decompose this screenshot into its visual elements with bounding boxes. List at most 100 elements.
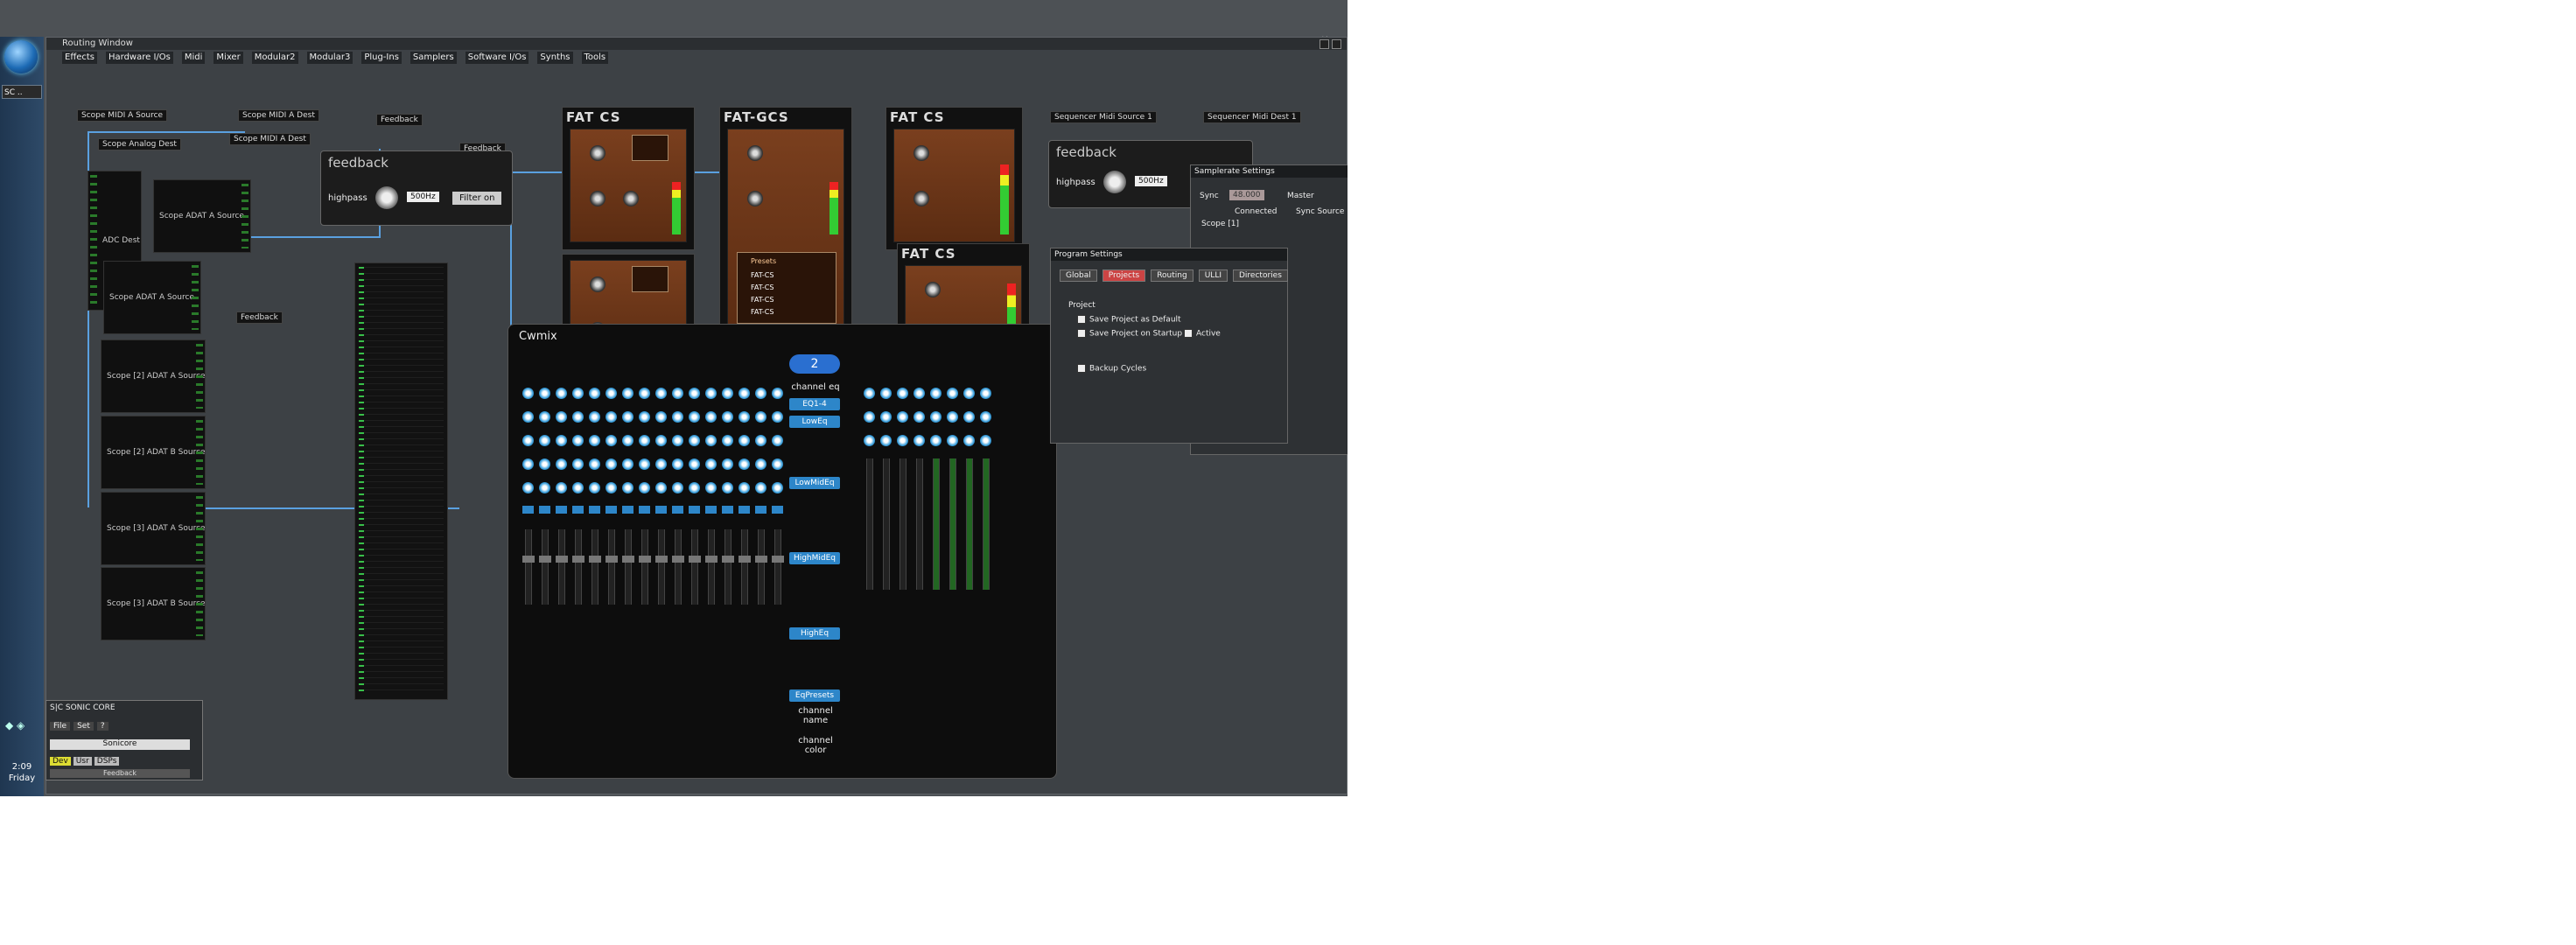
knob-icon[interactable] xyxy=(522,411,534,423)
knob-icon[interactable] xyxy=(672,482,683,494)
knob-icon[interactable] xyxy=(589,435,600,446)
menu-tools[interactable]: Tools xyxy=(581,52,609,64)
channel-fader[interactable] xyxy=(556,529,568,605)
knob-icon[interactable] xyxy=(947,411,958,423)
knob-icon[interactable] xyxy=(622,458,634,470)
knob-icon[interactable] xyxy=(589,411,600,423)
knob-icon[interactable] xyxy=(689,435,700,446)
preset-item[interactable]: FAT-CS xyxy=(751,284,774,291)
knob-icon[interactable] xyxy=(639,388,650,399)
knob-icon[interactable] xyxy=(722,388,733,399)
channel-fader[interactable] xyxy=(606,529,618,605)
block-scope-adat-a-source-2[interactable]: Scope ADAT A Source xyxy=(103,261,201,334)
knob-icon[interactable] xyxy=(556,435,567,446)
channel-strip[interactable] xyxy=(622,388,634,605)
checkbox[interactable] xyxy=(1184,329,1193,338)
knob-icon[interactable] xyxy=(589,388,600,399)
knob-icon[interactable] xyxy=(772,411,783,423)
channel-fader[interactable] xyxy=(705,529,718,605)
knob-icon[interactable] xyxy=(623,191,639,206)
fader-handle[interactable] xyxy=(772,556,784,563)
aux-fader[interactable] xyxy=(933,458,940,590)
knob-icon[interactable] xyxy=(897,388,908,399)
usr-button[interactable]: Usr xyxy=(73,757,92,766)
label-scope-midi-a-source[interactable]: Scope MIDI A Source xyxy=(77,109,168,122)
checkbox[interactable] xyxy=(1077,329,1086,338)
knob-icon[interactable] xyxy=(722,482,733,494)
knob-icon[interactable] xyxy=(655,435,667,446)
channel-button[interactable] xyxy=(639,506,650,514)
preset-item[interactable]: FAT-CS xyxy=(751,308,774,316)
fader-handle[interactable] xyxy=(606,556,618,563)
sonic-menu-help[interactable]: ? xyxy=(96,722,108,731)
knob-icon[interactable] xyxy=(556,458,567,470)
high-mid-eq-button[interactable]: HighMidEq xyxy=(789,552,840,564)
aux-fader[interactable] xyxy=(900,458,906,590)
channel-strip[interactable] xyxy=(655,388,668,605)
knob-icon[interactable] xyxy=(947,388,958,399)
channel-strip[interactable] xyxy=(689,388,701,605)
channel-number[interactable]: 2 xyxy=(789,354,840,374)
menu-mixer[interactable]: Mixer xyxy=(214,52,243,64)
preset-item[interactable]: FAT-CS xyxy=(751,296,774,304)
mixer-io-block[interactable] xyxy=(354,262,448,700)
tray-icons[interactable]: ◆ ◈ xyxy=(5,719,24,732)
knob-icon[interactable] xyxy=(622,411,634,423)
start-orb-icon[interactable] xyxy=(4,40,38,74)
knob-icon[interactable] xyxy=(772,435,783,446)
knob-icon[interactable] xyxy=(914,411,925,423)
eq-presets-button[interactable]: EqPresets xyxy=(789,690,840,702)
sonic-menu-set[interactable]: Set xyxy=(74,722,94,731)
knob-icon[interactable] xyxy=(914,435,925,446)
knob-icon[interactable] xyxy=(639,482,650,494)
checkbox[interactable] xyxy=(1077,315,1086,324)
aux-fader[interactable] xyxy=(949,458,956,590)
knob-icon[interactable] xyxy=(705,435,717,446)
knob-icon[interactable] xyxy=(705,411,717,423)
channel-button[interactable] xyxy=(522,506,534,514)
knob-icon[interactable] xyxy=(556,411,567,423)
knob-icon[interactable] xyxy=(772,388,783,399)
knob-icon[interactable] xyxy=(606,411,617,423)
knob-icon[interactable] xyxy=(925,282,941,298)
knob-icon[interactable] xyxy=(864,388,875,399)
clock[interactable]: 2:09 Friday xyxy=(4,761,40,784)
channel-fader[interactable] xyxy=(655,529,668,605)
knob-icon[interactable] xyxy=(738,482,750,494)
aux-fader[interactable] xyxy=(983,458,990,590)
fader-handle[interactable] xyxy=(705,556,718,563)
aux-strip[interactable] xyxy=(980,388,992,590)
channel-button[interactable] xyxy=(622,506,634,514)
block-scope-adat-a-source[interactable]: Scope ADAT A Source xyxy=(153,179,251,253)
aux-fader[interactable] xyxy=(866,458,873,590)
aux-fader[interactable] xyxy=(966,458,973,590)
save-default-option[interactable]: Save Project as Default xyxy=(1077,315,1181,325)
channel-strip[interactable] xyxy=(738,388,751,605)
knob-icon[interactable] xyxy=(655,411,667,423)
knob-icon[interactable] xyxy=(606,435,617,446)
backup-cycles-option[interactable]: Backup Cycles xyxy=(1077,364,1146,374)
fader-handle[interactable] xyxy=(639,556,651,563)
knob-icon[interactable] xyxy=(914,145,929,161)
channel-button[interactable] xyxy=(772,506,783,514)
knob-icon[interactable] xyxy=(914,388,925,399)
knob-icon[interactable] xyxy=(522,435,534,446)
knob-icon[interactable] xyxy=(622,482,634,494)
knob-icon[interactable] xyxy=(689,458,700,470)
menu-plugins[interactable]: Plug-Ins xyxy=(361,52,402,64)
knob-icon[interactable] xyxy=(590,191,606,206)
channel-fader[interactable] xyxy=(772,529,784,605)
tab-routing[interactable]: Routing xyxy=(1151,270,1194,282)
channel-button[interactable] xyxy=(556,506,567,514)
knob-icon[interactable] xyxy=(747,191,763,206)
knob-icon[interactable] xyxy=(589,458,600,470)
knob-icon[interactable] xyxy=(705,388,717,399)
knob-icon[interactable] xyxy=(572,388,584,399)
dsps-button[interactable]: DSPs xyxy=(94,757,120,766)
knob-icon[interactable] xyxy=(590,145,606,161)
channel-fader[interactable] xyxy=(589,529,601,605)
knob-icon[interactable] xyxy=(930,435,942,446)
block-scope3-adat-a-source[interactable]: Scope [3] ADAT A Source xyxy=(101,492,206,565)
knob-icon[interactable] xyxy=(639,411,650,423)
preset-item[interactable]: FAT-CS xyxy=(751,271,774,279)
